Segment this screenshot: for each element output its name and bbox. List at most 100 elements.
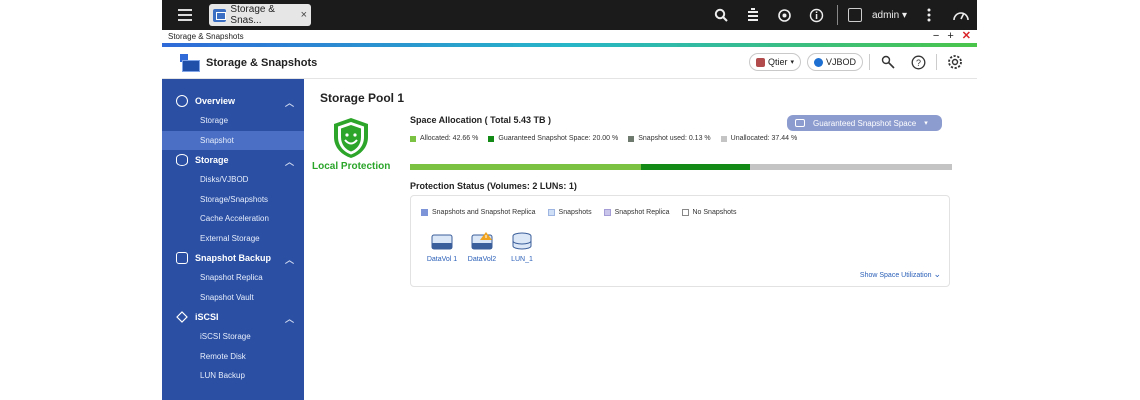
sidebar-group-overview[interactable]: Overview ︿ — [162, 91, 304, 111]
sidebar-item-snapshot-replica[interactable]: Snapshot Replica — [162, 268, 304, 288]
sidebar-group-storage[interactable]: Storage ︿ — [162, 150, 304, 170]
maximize-button[interactable]: + — [947, 30, 953, 42]
legend-swatch — [720, 135, 727, 142]
show-space-utilization-link[interactable]: Show Space Utilization ⌄ — [860, 269, 941, 280]
app-title: Storage & Snapshots — [206, 56, 318, 69]
sidebar-item-iscsi-storage[interactable]: iSCSI Storage — [162, 327, 304, 347]
legend-item: Snapshots and Snapshot Replica — [421, 209, 536, 216]
show-space-utilization-label: Show Space Utilization — [859, 272, 932, 279]
qtier-label: Qtier — [767, 57, 788, 67]
minimize-button[interactable]: − — [933, 30, 939, 42]
chevron-up-icon: ︿ — [284, 98, 294, 108]
legend-label: Snapshots — [558, 209, 592, 216]
legend-item: Snapshot Replica — [603, 209, 670, 216]
user-menu[interactable]: admin ▾ — [842, 8, 913, 22]
legend-swatch — [547, 209, 555, 216]
sidebar-group-label: Overview — [195, 96, 236, 106]
chevron-up-icon: ︿ — [284, 157, 294, 167]
volume-label: DataVol2 — [467, 256, 497, 263]
app-window: Storage & Snas... × admin ▾ Storage & Sn… — [162, 0, 977, 400]
legend-swatch — [410, 135, 416, 142]
taskbar-divider — [836, 5, 838, 25]
vjbod-button[interactable]: VJBOD — [806, 53, 863, 71]
main-menu-icon[interactable] — [178, 4, 200, 26]
allocation-bar-segment — [750, 164, 952, 170]
more-options-icon[interactable] — [913, 0, 945, 30]
legend-label: Guaranteed Snapshot Space: 20.00 % — [498, 135, 619, 142]
allocation-bar — [410, 164, 952, 170]
tab-close-icon[interactable]: × — [301, 9, 307, 21]
dashboard-gauge-icon[interactable] — [945, 0, 977, 30]
info-icon[interactable] — [801, 0, 833, 30]
qtier-dropdown-icon: ▾ — [790, 59, 794, 66]
chevron-up-icon: ︿ — [284, 314, 294, 324]
vjbod-icon — [813, 57, 823, 67]
sync-icon[interactable] — [769, 0, 801, 30]
vjbod-label: VJBOD — [825, 57, 856, 67]
sidebar-item-disks-vjbod[interactable]: Disks/VJBOD — [162, 170, 304, 190]
sidebar-group-label: iSCSI — [195, 312, 219, 322]
legend-item: Guaranteed Snapshot Space: 20.00 % — [488, 135, 618, 142]
legend-item: Unallocated: 37.44 % — [720, 135, 798, 142]
sidebar-item-snapshot-vault[interactable]: Snapshot Vault — [162, 288, 304, 308]
settings-gear-icon[interactable] — [943, 52, 967, 72]
legend-label: Snapshot Replica — [614, 209, 670, 216]
window-title-bar: Storage & Snapshots − + ✕ — [162, 30, 977, 43]
user-menu-label: admin ▾ — [871, 9, 907, 21]
sidebar-item-external-storage[interactable]: External Storage — [162, 229, 304, 249]
svg-text:?: ? — [915, 58, 920, 68]
database-icon — [176, 154, 188, 166]
guaranteed-snapshot-space-button[interactable]: Guaranteed Snapshot Space ▾ — [787, 115, 942, 131]
sidebar-item-storage-snapshots[interactable]: Storage/Snapshots — [162, 190, 304, 210]
page-title: Storage Pool 1 — [320, 91, 405, 105]
allocation-bar-segment — [410, 164, 642, 170]
volume-warning-icon — [471, 232, 493, 250]
chevron-down-icon: ⌄ — [933, 269, 941, 279]
legend-label: Unallocated: 37.44 % — [730, 135, 798, 142]
protection-label: Local Protection — [312, 161, 391, 172]
storage-app-tab-icon — [213, 8, 227, 22]
storage-app-logo-icon — [180, 53, 200, 72]
shield-smile-icon — [334, 118, 368, 158]
storage-app-tab[interactable]: Storage & Snas... × — [209, 4, 311, 26]
legend-item: Snapshots — [547, 209, 592, 216]
volume-list: DataVol 1 DataVol2 LUN_1 — [425, 232, 539, 263]
header-divider — [869, 54, 870, 70]
storage-app-tab-label: Storage & Snas... — [230, 4, 275, 26]
volume-label: DataVol 1 — [426, 256, 458, 263]
sidebar-item-storage[interactable]: Storage — [162, 111, 304, 131]
sidebar-group-snapshot-backup[interactable]: Snapshot Backup ︿ — [162, 248, 304, 268]
iscsi-icon — [176, 311, 188, 323]
volume-item-lun1[interactable]: LUN_1 — [505, 232, 539, 263]
search-icon[interactable] — [705, 0, 737, 30]
sidebar-item-remote-disk[interactable]: Remote Disk — [162, 347, 304, 367]
snapshot-backup-icon — [176, 252, 188, 264]
space-allocation-heading: Space Allocation ( Total 5.43 TB ) — [410, 115, 552, 125]
legend-label: Snapshots and Snapshot Replica — [432, 209, 536, 216]
qtier-button[interactable]: Qtier ▾ — [748, 53, 801, 71]
protection-status-heading: Protection Status (Volumes: 2 LUNs: 1) — [410, 181, 577, 191]
legend-item: No Snapshots — [681, 209, 736, 216]
sidebar-item-snapshot[interactable]: Snapshot — [162, 130, 304, 150]
status-legend: Snapshots and Snapshot Replica Snapshots… — [421, 209, 736, 216]
overview-icon — [176, 95, 188, 107]
volume-item-datavol1[interactable]: DataVol 1 — [425, 232, 459, 263]
legend-label: Snapshot used: 0.13 % — [638, 135, 711, 142]
guaranteed-snapshot-space-label: Guaranteed Snapshot Space — [813, 118, 917, 128]
close-window-button[interactable]: ✕ — [962, 30, 971, 42]
diagnostics-tool-icon[interactable] — [876, 52, 900, 72]
help-icon[interactable]: ? — [906, 52, 930, 72]
volume-item-datavol2[interactable]: DataVol2 — [465, 232, 499, 263]
sidebar-item-lun-backup[interactable]: LUN Backup — [162, 366, 304, 386]
window-title: Storage & Snapshots — [168, 32, 244, 41]
volume-icon — [431, 234, 453, 250]
user-avatar-icon — [847, 8, 862, 22]
allocation-legend: Allocated: 42.66 % Guaranteed Snapshot S… — [410, 135, 797, 142]
sidebar-group-iscsi[interactable]: iSCSI ︿ — [162, 307, 304, 327]
legend-item: Allocated: 42.66 % — [410, 135, 478, 142]
allocation-bar-segment — [641, 164, 750, 170]
dropdown-icon: ▾ — [924, 120, 928, 127]
task-stack-icon[interactable] — [737, 0, 769, 30]
sidebar-nav: Overview ︿ Storage Snapshot Storage ︿ Di… — [162, 79, 304, 400]
sidebar-item-cache-acceleration[interactable]: Cache Acceleration — [162, 209, 304, 229]
